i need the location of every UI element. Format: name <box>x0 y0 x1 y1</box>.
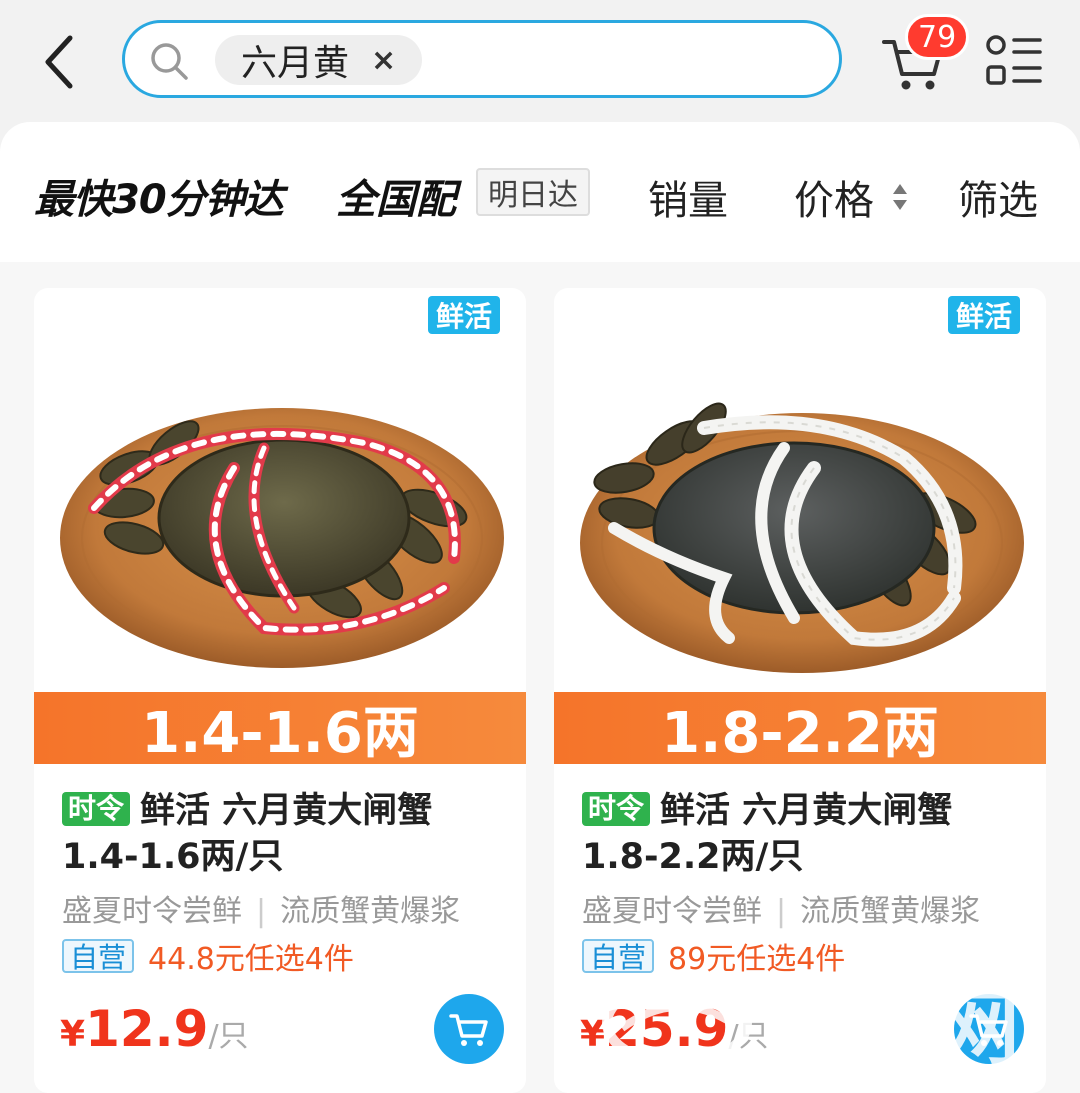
self-operated-tag: 自营 <box>582 939 655 974</box>
fastest-delivery-tab[interactable]: 最快30分钟达 <box>34 167 284 225</box>
top-bar: 六月黄 × 79 <box>0 0 1080 122</box>
promo-row: 自营 44.8元任选4件 <box>62 934 354 978</box>
subtitle-right: 流质蟹黄爆浆 <box>800 894 981 929</box>
subtitle-separator: | <box>776 894 787 929</box>
back-arrow-icon[interactable] <box>38 32 82 92</box>
product-card[interactable]: 鲜活 <box>34 288 526 1093</box>
price-symbol: ¥ <box>60 1014 86 1055</box>
cart-icon <box>449 1014 488 1046</box>
price-value: 12.9 <box>85 1000 209 1058</box>
sort-price[interactable]: 价格 <box>794 168 874 226</box>
season-tag: 时令 <box>582 792 651 826</box>
spec-bar: 1.8-2.2两 <box>554 692 1046 766</box>
product-card[interactable]: 鲜活 <box>554 288 1046 1093</box>
product-title[interactable]: 时令 鲜活 六月黄大闸蟹 1.8-2.2两/只 <box>582 788 1032 880</box>
self-operated-tag: 自营 <box>62 939 135 974</box>
subtitle-left: 盛夏时令尝鲜 <box>62 894 242 929</box>
subtitle-right: 流质蟹黄爆浆 <box>280 894 461 929</box>
search-box[interactable]: 六月黄 × <box>122 20 842 98</box>
search-icon <box>149 41 189 81</box>
cart-count-badge: 79 <box>905 14 970 60</box>
crab-photo[interactable] <box>34 348 526 688</box>
promo-row: 自营 89元任选4件 <box>582 934 845 978</box>
list-menu-icon[interactable] <box>984 34 1044 88</box>
product-title[interactable]: 时令 鲜活 六月黄大闸蟹 1.4-1.6两/只 <box>62 788 512 880</box>
promo-text: 44.8元任选4件 <box>148 942 354 977</box>
chip-close-icon[interactable]: × <box>371 43 396 78</box>
filter-bar: 最快30分钟达 全国配 明日达 销量 价格 筛选 <box>0 122 1080 262</box>
add-to-cart-button[interactable] <box>434 994 504 1064</box>
nationwide-tab[interactable]: 全国配 <box>336 167 456 225</box>
product-subtitle: 盛夏时令尝鲜 | 流质蟹黄爆浆 <box>582 886 980 930</box>
product-subtitle: 盛夏时令尝鲜 | 流质蟹黄爆浆 <box>62 886 460 930</box>
sort-sales[interactable]: 销量 <box>648 168 728 226</box>
results-panel: 最快30分钟达 全国配 明日达 销量 价格 筛选 鲜活 1.4-1.6两 时令 … <box>0 122 1080 1093</box>
season-tag: 时令 <box>62 792 131 826</box>
spec-bar: 1.4-1.6两 <box>34 692 526 766</box>
search-keyword-chip[interactable]: 六月黄 × <box>215 35 423 85</box>
price: ¥25.9/只 <box>580 1000 769 1058</box>
search-keyword: 六月黄 <box>241 43 350 84</box>
tomorrow-delivery-tag[interactable]: 明日达 <box>476 168 590 216</box>
subtitle-separator: | <box>256 894 267 929</box>
fresh-tag: 鲜活 <box>427 296 500 334</box>
price: ¥12.9/只 <box>60 1000 249 1058</box>
price-symbol: ¥ <box>580 1014 606 1055</box>
filter-button[interactable]: 筛选 <box>958 168 1038 226</box>
fresh-tag: 鲜活 <box>947 296 1020 334</box>
crab-photo[interactable] <box>554 348 1046 688</box>
sort-toggle-icon[interactable] <box>892 180 908 214</box>
subtitle-left: 盛夏时令尝鲜 <box>582 894 762 929</box>
price-unit: /只 <box>208 1019 249 1054</box>
add-to-cart-button[interactable] <box>954 994 1024 1064</box>
price-unit: /只 <box>728 1019 769 1054</box>
price-value: 25.9 <box>605 1000 729 1058</box>
promo-text: 89元任选4件 <box>668 942 846 977</box>
cart-icon <box>969 1014 1008 1046</box>
